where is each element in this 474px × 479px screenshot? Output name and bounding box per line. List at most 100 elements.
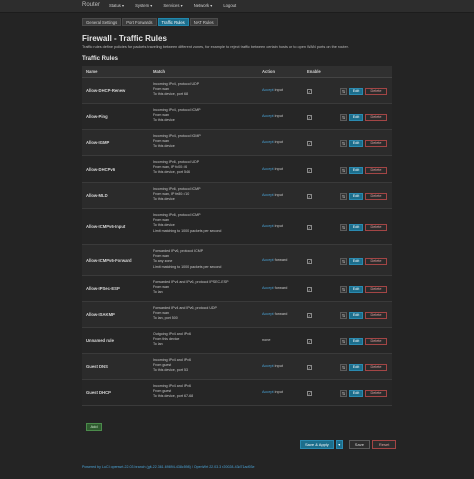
delete-button[interactable]: Delete [365,167,387,174]
edit-button[interactable]: Edit [349,114,363,121]
tab-port-forwards[interactable]: Port Forwards [122,18,157,26]
rule-action: none [262,338,270,342]
row-controls: ⇅ Edit Delete [340,140,387,147]
edit-button[interactable]: Edit [349,88,363,95]
brand-logo[interactable]: Router [82,2,100,8]
delete-button[interactable]: Delete [365,390,387,397]
enable-checkbox[interactable]: ✓ [307,313,312,318]
action-link[interactable]: Accept [262,140,274,144]
tab-nat-rules[interactable]: NAT Rules [189,18,218,26]
delete-button[interactable]: Delete [365,286,387,293]
enable-checkbox[interactable]: ✓ [307,259,312,264]
delete-button[interactable]: Delete [365,114,387,121]
delete-button[interactable]: Delete [365,312,387,319]
delete-button[interactable]: Delete [365,364,387,371]
action-link[interactable]: Accept [262,312,274,316]
drag-handle-icon[interactable]: ⇅ [340,364,347,371]
save-apply-button[interactable]: Save & Apply [300,440,334,449]
edit-button[interactable]: Edit [349,364,363,371]
edit-button[interactable]: Edit [349,390,363,397]
tab-traffic-rules[interactable]: Traffic Rules [157,18,189,26]
match-line: To this device, port 67-68 [153,394,194,399]
delete-button[interactable]: Delete [365,258,387,265]
drag-handle-icon[interactable]: ⇅ [340,258,347,265]
edit-button[interactable]: Edit [349,312,363,319]
drag-handle-icon[interactable]: ⇅ [340,224,347,231]
menu-system[interactable]: System ▾ [135,3,152,8]
menu-network[interactable]: Network ▾ [194,3,213,8]
rule-action: Accept forward [262,286,287,290]
edit-button[interactable]: Edit [349,224,363,231]
action-link[interactable]: Accept [262,193,274,197]
drag-handle-icon[interactable]: ⇅ [340,114,347,121]
menu-status[interactable]: Status ▾ [109,3,124,8]
table-row: Guest DNS Incoming IPv4 and IPv6 From gues… [82,354,392,380]
edit-button[interactable]: Edit [349,338,363,345]
drag-handle-icon[interactable]: ⇅ [340,312,347,319]
drag-handle-icon[interactable]: ⇅ [340,286,347,293]
reset-button[interactable]: Reset [371,440,397,449]
match-line: To this device, port 546 [153,170,190,175]
table-row: Allow-IGMP Incoming IPv4, protocol IGMP Fr… [82,130,392,156]
enable-checkbox[interactable]: ✓ [307,141,312,146]
action-link[interactable]: Accept [262,258,274,262]
action-link[interactable]: Accept [262,167,274,171]
tab-general-settings[interactable]: General Settings [82,18,122,26]
action-target: input [274,224,283,228]
delete-button[interactable]: Delete [365,140,387,147]
edit-button[interactable]: Edit [349,258,363,265]
enable-checkbox[interactable]: ✓ [307,391,312,396]
edit-button[interactable]: Edit [349,286,363,293]
action-link[interactable]: Accept [262,390,274,394]
enable-checkbox[interactable]: ✓ [307,168,312,173]
row-controls: ⇅ Edit Delete [340,312,387,319]
delete-button[interactable]: Delete [365,88,387,95]
row-controls: ⇅ Edit Delete [340,390,387,397]
row-controls: ⇅ Edit Delete [340,286,387,293]
enable-checkbox[interactable]: ✓ [307,89,312,94]
drag-handle-icon[interactable]: ⇅ [340,338,347,345]
action-target: input [274,88,283,92]
rule-name: Allow-Ping [86,114,108,119]
enable-checkbox[interactable]: ✓ [307,365,312,370]
match-line: To lan, port 500 [153,316,178,321]
action-link[interactable]: Accept [262,364,274,368]
delete-button[interactable]: Delete [365,338,387,345]
enable-checkbox[interactable]: ✓ [307,115,312,120]
enable-checkbox[interactable]: ✓ [307,339,312,344]
add-button[interactable]: Add [86,423,102,431]
edit-button[interactable]: Edit [349,193,363,200]
rule-action: Accept forward [262,258,287,262]
edit-button[interactable]: Edit [349,140,363,147]
rule-name: Allow-DHCPv6 [86,167,116,172]
delete-button[interactable]: Delete [365,193,387,200]
match-line: To this device [153,144,175,149]
enable-checkbox[interactable]: ✓ [307,287,312,292]
rule-action: Accept input [262,364,283,368]
action-link[interactable]: Accept [262,114,274,118]
drag-handle-icon[interactable]: ⇅ [340,140,347,147]
page-description: Traffic rules define policies for packet… [82,45,349,49]
rule-match: Outgoing IPv4 and IPv6 From this device To… [153,332,191,348]
header-action: Action [262,69,276,74]
action-link[interactable]: Accept [262,224,274,228]
drag-handle-icon[interactable]: ⇅ [340,167,347,174]
rule-name: Guest DHCP [86,390,111,395]
action-link[interactable]: Accept [262,88,274,92]
enable-checkbox[interactable]: ✓ [307,194,312,199]
delete-button[interactable]: Delete [365,224,387,231]
edit-button[interactable]: Edit [349,167,363,174]
menu-services[interactable]: Services ▾ [163,3,182,8]
drag-handle-icon[interactable]: ⇅ [340,390,347,397]
action-link[interactable]: Accept [262,286,274,290]
table-header: Name Match Action Enable [82,66,392,78]
save-apply-dropdown-icon[interactable]: ▾ [335,440,343,449]
save-button[interactable]: Save [348,440,370,449]
match-line: To lan [153,290,163,295]
footer-version-link[interactable]: Powered by LuCI openwrt-22.03 branch (gi… [82,465,255,469]
menu-logout[interactable]: Logout [223,3,236,8]
drag-handle-icon[interactable]: ⇅ [340,88,347,95]
enable-checkbox[interactable]: ✓ [307,225,312,230]
drag-handle-icon[interactable]: ⇅ [340,193,347,200]
table-row: Allow-DHCPv6 Incoming IPv6, protocol UDP F… [82,156,392,183]
